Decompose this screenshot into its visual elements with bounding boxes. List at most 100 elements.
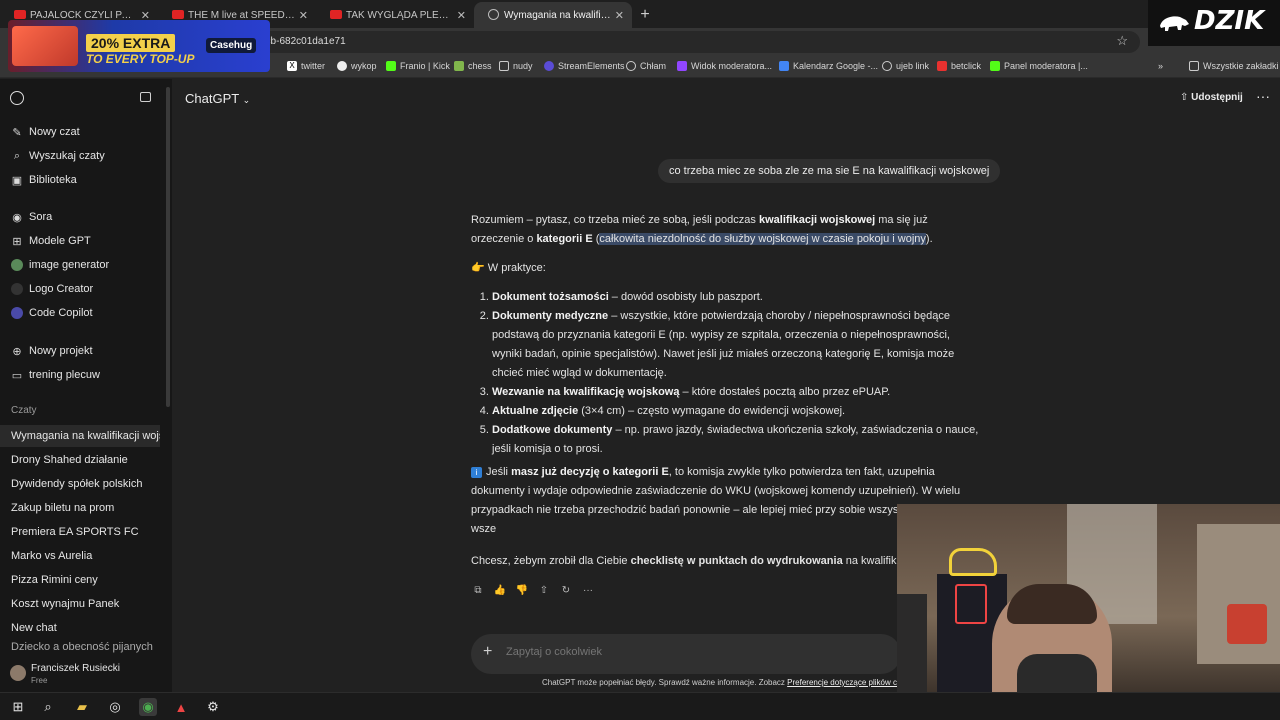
list-item: Wezwanie na kwalifikację wojskową – któr…	[492, 383, 981, 402]
chat-item[interactable]: Premiera EA SPORTS FC	[0, 521, 172, 543]
bookmark-item[interactable]: StreamElements	[544, 61, 625, 71]
bookmark-item[interactable]: Franio | Kick	[386, 61, 450, 71]
sidebar-item-image-generator[interactable]: image generator	[0, 254, 172, 276]
sidebar-item-library[interactable]: ▣ Biblioteka	[0, 169, 172, 191]
globe-icon	[882, 61, 892, 71]
browser-tab[interactable]: TAK WYGLĄDA PLECAK EWAKU✕	[316, 2, 474, 28]
sidebar-item-search[interactable]: ⌕ Wyszukaj czaty	[0, 145, 172, 167]
chat-input[interactable]	[506, 646, 866, 658]
chatgpt-icon	[488, 9, 499, 20]
assistant-message: Rozumiem – pytasz, co trzeba mieć ze sob…	[471, 211, 981, 549]
library-icon: ▣	[11, 174, 23, 187]
followup-question: Chcesz, żebym zrobił dla Ciebie checklis…	[471, 555, 923, 567]
gpt-avatar-icon	[11, 307, 23, 319]
streamer-logo: DZIK	[1148, 0, 1280, 46]
chat-item[interactable]: Dziecko a obecność pijanych	[0, 641, 172, 653]
model-selector[interactable]: ChatGPT ⌄	[185, 91, 250, 106]
bookmark-item[interactable]: Kalendarz Google -...	[779, 61, 878, 71]
chrome-icon[interactable]: ◉	[139, 698, 157, 716]
chat-item[interactable]: Koszt wynajmu Panek	[0, 593, 172, 615]
sidebar-item-code-copilot[interactable]: Code Copilot	[0, 302, 172, 324]
url-field[interactable]: 2cb-682c01da1e71 ☆	[220, 31, 1140, 53]
bookmark-item[interactable]: nudy	[499, 61, 533, 71]
requirements-list: Dokument tożsamości – dowód osobisty lub…	[471, 288, 981, 459]
user-account[interactable]: Franciszek Rusiecki Free	[0, 659, 172, 689]
calendar-icon	[779, 61, 789, 71]
chat-item[interactable]: New chat	[0, 617, 172, 639]
sidebar-item-project[interactable]: ▭ trening plecuw	[0, 364, 172, 386]
windows-start-icon[interactable]: ⊞	[9, 698, 27, 716]
thumbs-up-icon[interactable]: 👍	[493, 583, 507, 597]
star-icon[interactable]: ☆	[1116, 33, 1128, 49]
chevron-down-icon: ⌄	[242, 95, 251, 105]
user-name: Franciszek Rusiecki	[31, 663, 120, 674]
bookmark-item[interactable]: ujeb link	[882, 61, 929, 71]
bookmark-item[interactable]: chess	[454, 61, 492, 71]
folder-icon	[499, 61, 509, 71]
close-tab-icon[interactable]: ✕	[299, 9, 308, 22]
taskbar: ⊞ ⌕ ▰ ◎ ◉ ▲ ⚙	[0, 692, 1280, 720]
steam-icon[interactable]: ◎	[106, 698, 124, 716]
chat-item-active[interactable]: Wymagania na kwalifikacji wojsk...	[0, 425, 160, 447]
more-icon[interactable]: ···	[581, 583, 595, 597]
intro-paragraph: Rozumiem – pytasz, co trzeba mieć ze sob…	[471, 214, 933, 245]
close-tab-icon[interactable]: ✕	[615, 9, 624, 22]
sidebar-item-new-chat[interactable]: ✎ Nowy czat	[0, 121, 172, 143]
app-icon[interactable]: ▲	[172, 698, 190, 716]
folder-plus-icon: ⊕	[12, 345, 22, 358]
kick-icon	[990, 61, 1000, 71]
new-tab-button[interactable]: +	[632, 2, 658, 28]
search-icon[interactable]: ⌕	[39, 698, 57, 716]
user-message: co trzeba miec ze soba zle ze ma sie E n…	[658, 159, 1001, 183]
sidebar-item-logo-creator[interactable]: Logo Creator	[0, 278, 172, 300]
share-icon[interactable]: ⇧	[537, 583, 551, 597]
share-icon: ⇧	[1180, 92, 1189, 103]
sidebar-item-new-project[interactable]: ⊕ Nowy projekt	[0, 340, 172, 362]
gpt-avatar-icon	[11, 259, 23, 271]
chat-item[interactable]: Drony Shahed działanie	[0, 449, 172, 471]
chat-item[interactable]: Dywidendy spółek polskich	[0, 473, 172, 495]
webcam-overlay	[897, 504, 1280, 692]
thumbs-down-icon[interactable]: 👎	[515, 583, 529, 597]
all-bookmarks-button[interactable]: Wszystkie zakładki	[1189, 61, 1279, 71]
gpt-avatar-icon	[11, 283, 23, 295]
settings-gear-icon[interactable]: ⚙	[204, 698, 222, 716]
youtube-icon	[172, 10, 184, 19]
chat-item[interactable]: Zakup biletu na prom	[0, 497, 172, 519]
twitch-icon	[677, 61, 687, 71]
browser-tab-active[interactable]: Wymagania na kwalifikacji woj✕	[474, 2, 632, 28]
openai-logo-icon[interactable]	[10, 91, 24, 105]
more-options-button[interactable]: ···	[1256, 88, 1270, 104]
bookmark-item[interactable]: Panel moderatora |...	[990, 61, 1088, 71]
file-explorer-icon[interactable]: ▰	[73, 698, 91, 716]
share-button[interactable]: ⇧ Udostępnij	[1180, 92, 1243, 103]
regenerate-icon[interactable]: ↻	[559, 583, 573, 597]
edit-icon: ✎	[12, 126, 22, 139]
chat-item[interactable]: Marko vs Aurelia	[0, 545, 172, 567]
sidebar-item-sora[interactable]: ◉ Sora	[0, 206, 172, 228]
sidebar-scrollbar[interactable]	[166, 87, 170, 407]
bookmark-item[interactable]: wykop	[337, 61, 377, 71]
plus-icon[interactable]: +	[483, 643, 492, 661]
list-item: Aktualne zdjęcie (3×4 cm) – często wymag…	[492, 402, 981, 421]
list-item: Dokument tożsamości – dowód osobisty lub…	[492, 288, 981, 307]
bookmark-item[interactable]: Widok moderatora...	[677, 61, 772, 71]
bookmark-item[interactable]: betclick	[937, 61, 981, 71]
youtube-icon	[330, 10, 342, 19]
folder-icon: ▭	[11, 369, 23, 382]
list-item: Dokumenty medyczne – wszystkie, które po…	[492, 307, 981, 383]
globe-icon	[626, 61, 636, 71]
bookmark-item[interactable]: Xtwitter	[287, 61, 325, 71]
bookmark-item[interactable]: Chłam	[626, 61, 666, 71]
chat-composer: +	[471, 634, 901, 674]
close-tab-icon[interactable]: ✕	[457, 9, 466, 22]
cookie-preferences-link[interactable]: Preferencje dotyczące plików coo	[787, 678, 906, 687]
chats-heading: Czaty	[11, 405, 37, 416]
grid-icon: ⊞	[12, 235, 22, 248]
x-icon: X	[287, 61, 297, 71]
bookmarks-overflow-button[interactable]: »	[1158, 61, 1163, 71]
sidebar-item-gpts[interactable]: ⊞ Modele GPT	[0, 230, 172, 252]
copy-icon[interactable]: ⧉	[471, 583, 485, 597]
chat-item[interactable]: Pizza Rimini ceny	[0, 569, 172, 591]
sidebar-toggle-icon[interactable]	[140, 92, 151, 102]
